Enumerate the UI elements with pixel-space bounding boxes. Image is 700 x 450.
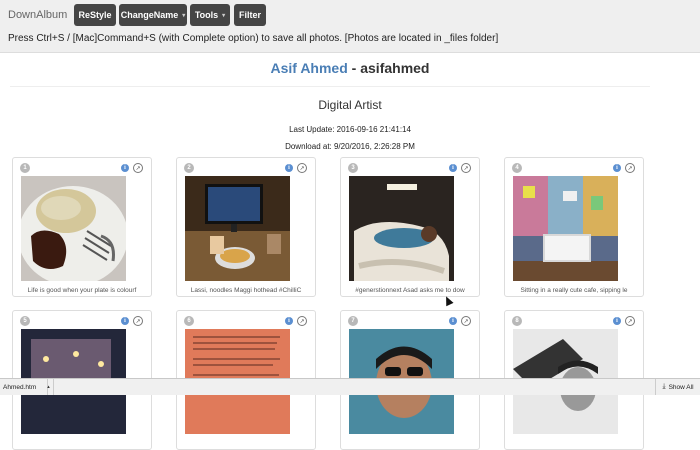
info-icon[interactable]: i (121, 164, 129, 172)
filter-button[interactable]: Filter (234, 4, 266, 26)
caret-down-icon: ▾ (182, 12, 186, 19)
bio: Digital Artist (318, 98, 382, 112)
photo-card[interactable]: 1 i ↗ Life is good when your plate is co… (12, 157, 152, 297)
divider (10, 86, 650, 87)
photo-thumbnail[interactable] (349, 176, 454, 281)
photo-thumbnail[interactable] (513, 176, 618, 281)
download-item[interactable]: Ahmed.htm (0, 379, 48, 395)
photo-number: 3 (348, 163, 358, 173)
photo-number: 4 (512, 163, 522, 173)
page-title: Asif Ahmed - asifahmed (0, 60, 700, 76)
username: asifahmed (360, 60, 430, 76)
download-icon: ⤓ (662, 383, 666, 390)
photo-number: 6 (184, 316, 194, 326)
brand-logo: DownAlbum (8, 9, 68, 21)
info-icon[interactable]: i (121, 317, 129, 325)
photo-caption: #generstionnext Asad asks me to dow (355, 287, 465, 294)
download-bar: Ahmed.htm ▴ ⤓ Show All (0, 378, 700, 395)
info-icon[interactable]: i (613, 317, 621, 325)
display-name[interactable]: Asif Ahmed (271, 60, 348, 76)
photo-card[interactable]: 3 i ↗ #generstionnext Asad asks me to do… (340, 157, 480, 297)
last-update-text: Last Update: 2016-09-16 21:41:14 (289, 125, 411, 134)
photo-number: 8 (512, 316, 522, 326)
photo-caption: Lassi, noodles Maggi hothead #ChilliC (190, 287, 302, 294)
share-icon[interactable]: ↗ (461, 163, 471, 173)
share-icon[interactable]: ↗ (297, 163, 307, 173)
toolbar: DownAlbum ReStyle ChangeName ▾ Tools ▾ Fil… (0, 0, 700, 53)
restyle-button[interactable]: ReStyle (74, 4, 116, 26)
share-icon[interactable]: ↗ (461, 316, 471, 326)
photo-number: 2 (184, 163, 194, 173)
share-icon[interactable]: ↗ (625, 316, 635, 326)
photo-number: 5 (20, 316, 30, 326)
photo-thumbnail[interactable] (21, 176, 126, 281)
photo-thumbnail[interactable] (185, 176, 290, 281)
chevron-up-icon[interactable]: ▴ (44, 379, 54, 395)
info-icon[interactable]: i (285, 317, 293, 325)
show-all-button[interactable]: ⤓ Show All (655, 379, 700, 395)
caret-down-icon: ▾ (222, 12, 226, 19)
info-icon[interactable]: i (613, 164, 621, 172)
download-time-text: Download at: 9/20/2016, 2:26:28 PM (285, 142, 415, 151)
share-icon[interactable]: ↗ (133, 163, 143, 173)
info-icon[interactable]: i (285, 164, 293, 172)
changename-dropdown-button[interactable]: ChangeName ▾ (119, 4, 187, 26)
photo-card[interactable]: 2 i ↗ Lassi, noodles Maggi hothead #Chil… (176, 157, 316, 297)
photo-number: 1 (20, 163, 30, 173)
info-icon[interactable]: i (449, 317, 457, 325)
photo-caption: Sitting in a really cute cafe, sipping l… (520, 287, 628, 294)
save-instructions: Press Ctrl+S / [Mac]Command+S (with Comp… (8, 33, 499, 44)
photo-number: 7 (348, 316, 358, 326)
title-separator: - (347, 60, 361, 76)
tools-dropdown-button[interactable]: Tools ▾ (190, 4, 230, 26)
share-icon[interactable]: ↗ (625, 163, 635, 173)
share-icon[interactable]: ↗ (133, 316, 143, 326)
photo-caption: Life is good when your plate is colourf (27, 287, 137, 294)
info-icon[interactable]: i (449, 164, 457, 172)
photo-card[interactable]: 4 i ↗ Sitting in a really cute cafe, sip… (504, 157, 644, 297)
share-icon[interactable]: ↗ (297, 316, 307, 326)
